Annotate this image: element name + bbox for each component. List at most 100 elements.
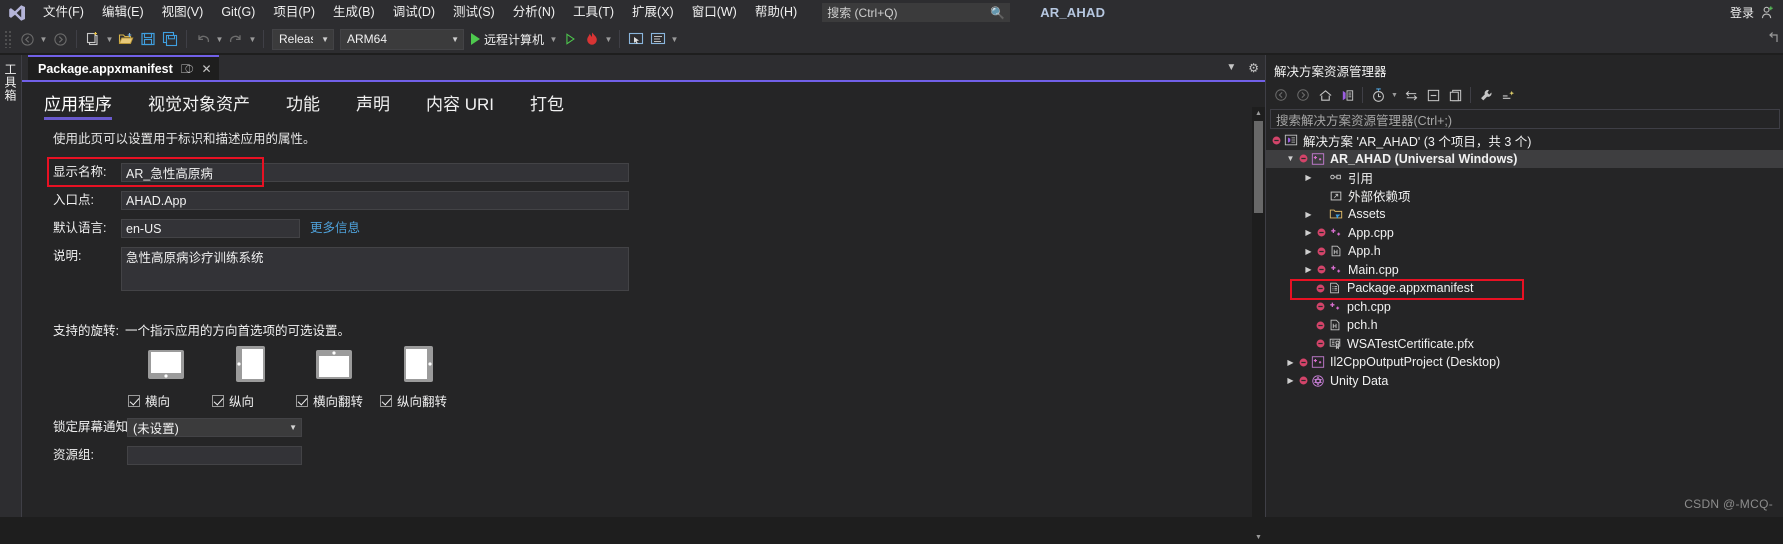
chevron-expanded-icon[interactable]: ▼ — [1284, 154, 1297, 163]
tab-packaging[interactable]: 打包 — [530, 90, 582, 120]
rotation-checkbox-landscape[interactable]: 横向 — [128, 391, 170, 410]
sign-in-button[interactable]: 登录 — [1730, 4, 1754, 21]
sync-with-active-document-icon[interactable] — [1400, 84, 1422, 106]
tree-item-references[interactable]: ▶ 引用 — [1266, 168, 1783, 187]
play-outline-icon[interactable] — [559, 28, 581, 50]
tab-capabilities[interactable]: 功能 — [286, 90, 338, 120]
pin-icon[interactable]: ⎄ — [181, 63, 194, 75]
tree-item-file-main-cpp[interactable]: ▶ Main.cpp — [1266, 261, 1783, 280]
tree-item-file-package-appxmanifest[interactable]: Package.appxmanifest — [1266, 279, 1783, 298]
chevron-collapsed-icon[interactable]: ▶ — [1302, 173, 1315, 182]
redo-dropdown-icon[interactable]: ▼ — [247, 28, 258, 50]
solution-configuration-combo[interactable]: Release ▼ — [272, 28, 334, 50]
rotation-checkbox-portrait[interactable]: 纵向 — [212, 391, 254, 410]
resource-group-input[interactable] — [127, 446, 302, 465]
navigate-back-icon[interactable] — [16, 28, 38, 50]
chevron-collapsed-icon[interactable]: ▶ — [1302, 228, 1315, 237]
new-project-icon[interactable] — [82, 28, 104, 50]
open-file-icon[interactable] — [115, 28, 137, 50]
lock-screen-combo[interactable]: (未设置) ▼ — [127, 418, 302, 437]
default-language-input[interactable] — [121, 219, 300, 238]
menu-item-test[interactable]: 测试(S) — [444, 0, 504, 25]
chevron-collapsed-icon[interactable]: ▶ — [1284, 358, 1297, 367]
gear-icon[interactable]: ⚙ — [1248, 61, 1259, 75]
navigate-back-icon[interactable] — [1270, 84, 1292, 106]
navigate-forward-icon[interactable] — [49, 28, 71, 50]
close-icon[interactable]: ✕ — [202, 63, 212, 75]
toolbar-right-overflow[interactable] — [1763, 25, 1779, 53]
tab-visual-assets[interactable]: 视觉对象资产 — [148, 90, 268, 120]
toolbar-grip-handle[interactable] — [4, 30, 13, 48]
rotation-checkbox-landscape-flipped[interactable]: 横向翻转 — [296, 391, 363, 410]
menu-item-window[interactable]: 窗口(W) — [683, 0, 746, 25]
chevron-collapsed-icon[interactable]: ▶ — [1284, 376, 1297, 385]
tab-application[interactable]: 应用程序 — [44, 90, 130, 120]
home-icon[interactable] — [1314, 84, 1336, 106]
navigate-back-dropdown-icon[interactable]: ▼ — [38, 28, 49, 50]
redo-icon[interactable] — [225, 28, 247, 50]
tree-item-file-pch-cpp[interactable]: pch.cpp — [1266, 298, 1783, 317]
hot-reload-icon[interactable] — [581, 28, 603, 50]
rotation-checkbox-portrait-flipped[interactable]: 纵向翻转 — [380, 391, 447, 410]
tree-item-assets-folder[interactable]: ▶ Assets — [1266, 205, 1783, 224]
checkbox-landscape-flipped[interactable] — [296, 394, 308, 407]
chevron-collapsed-icon[interactable]: ▶ — [1302, 210, 1315, 219]
chevron-collapsed-icon[interactable]: ▶ — [1302, 247, 1315, 256]
tree-item-file-wsa-test-certificate[interactable]: WSATestCertificate.pfx — [1266, 335, 1783, 354]
overflow-chevron-icon[interactable]: ▼ — [669, 28, 680, 50]
menu-item-view[interactable]: 视图(V) — [153, 0, 213, 25]
description-input[interactable] — [121, 247, 629, 291]
tree-item-project-unity-data[interactable]: ▶ Unity Data — [1266, 372, 1783, 391]
entry-point-input[interactable] — [121, 191, 629, 210]
menu-item-extensions[interactable]: 扩展(X) — [623, 0, 683, 25]
tab-declarations[interactable]: 声明 — [356, 90, 408, 120]
tree-item-external-dependencies[interactable]: 外部依赖项 — [1266, 187, 1783, 206]
solution-platform-combo[interactable]: ARM64 ▼ — [340, 28, 464, 50]
show-all-files-icon[interactable] — [1444, 84, 1466, 106]
document-tab-package-appxmanifest[interactable]: Package.appxmanifest ⎄ ✕ — [28, 55, 219, 80]
document-vertical-scrollbar[interactable]: ▲ ▼ — [1252, 107, 1265, 544]
menu-item-git[interactable]: Git(G) — [212, 0, 264, 25]
live-visual-tree-icon[interactable] — [647, 28, 669, 50]
scrollbar-thumb[interactable] — [1254, 121, 1263, 213]
tree-item-file-pch-h[interactable]: pch.h — [1266, 316, 1783, 335]
undo-icon[interactable] — [192, 28, 214, 50]
solution-view-icon[interactable] — [1336, 84, 1358, 106]
tree-item-project-il2cpp-output[interactable]: ▶ Il2CppOutputProject (Desktop) — [1266, 353, 1783, 372]
menu-item-help[interactable]: 帮助(H) — [746, 0, 806, 25]
new-project-dropdown-icon[interactable]: ▼ — [104, 28, 115, 50]
save-icon[interactable] — [137, 28, 159, 50]
tree-item-solution-root[interactable]: 解决方案 'AR_AHAD' (3 个项目，共 3 个) — [1266, 131, 1783, 150]
toolbox-dock-tab[interactable]: 工具箱 — [0, 55, 22, 517]
wrench-properties-icon[interactable] — [1475, 84, 1497, 106]
menu-item-build[interactable]: 生成(B) — [324, 0, 384, 25]
chevron-down-icon[interactable]: ▼ — [1389, 92, 1400, 99]
global-search-input[interactable]: 搜索 (Ctrl+Q) 🔍 — [822, 3, 1011, 22]
checkbox-landscape[interactable] — [128, 394, 140, 407]
chevron-collapsed-icon[interactable]: ▶ — [1302, 265, 1315, 274]
menu-item-debug[interactable]: 调试(D) — [384, 0, 444, 25]
menu-item-project[interactable]: 项目(P) — [264, 0, 324, 25]
menu-item-tools[interactable]: 工具(T) — [564, 0, 623, 25]
tree-item-file-app-h[interactable]: ▶ App.h — [1266, 242, 1783, 261]
checkbox-portrait-flipped[interactable] — [380, 394, 392, 407]
menu-item-file[interactable]: 文件(F) — [34, 0, 93, 25]
scroll-down-arrow-icon[interactable]: ▼ — [1252, 531, 1265, 544]
add-user-icon[interactable] — [1760, 5, 1775, 20]
save-all-icon[interactable] — [159, 28, 181, 50]
navigate-forward-icon[interactable] — [1292, 84, 1314, 106]
menu-item-analyze[interactable]: 分析(N) — [504, 0, 564, 25]
chevron-down-icon[interactable]: ▼ — [1226, 62, 1236, 73]
collapse-all-icon[interactable] — [1422, 84, 1444, 106]
select-element-icon[interactable] — [625, 28, 647, 50]
more-info-link[interactable]: 更多信息 — [310, 219, 360, 238]
tab-content-uri[interactable]: 内容 URI — [426, 90, 512, 120]
display-name-input[interactable] — [121, 163, 629, 182]
solution-explorer-search-input[interactable]: 搜索解决方案资源管理器(Ctrl+;) — [1270, 109, 1780, 129]
undo-dropdown-icon[interactable]: ▼ — [214, 28, 225, 50]
preview-selected-items-icon[interactable] — [1497, 84, 1519, 106]
hot-reload-dropdown-icon[interactable]: ▼ — [603, 28, 614, 50]
history-icon[interactable] — [1367, 84, 1389, 106]
tree-item-project-ar-ahad[interactable]: ▼ AR_AHAD (Universal Windows) — [1266, 149, 1783, 168]
start-debug-dropdown-icon[interactable]: ▼ — [548, 28, 559, 50]
